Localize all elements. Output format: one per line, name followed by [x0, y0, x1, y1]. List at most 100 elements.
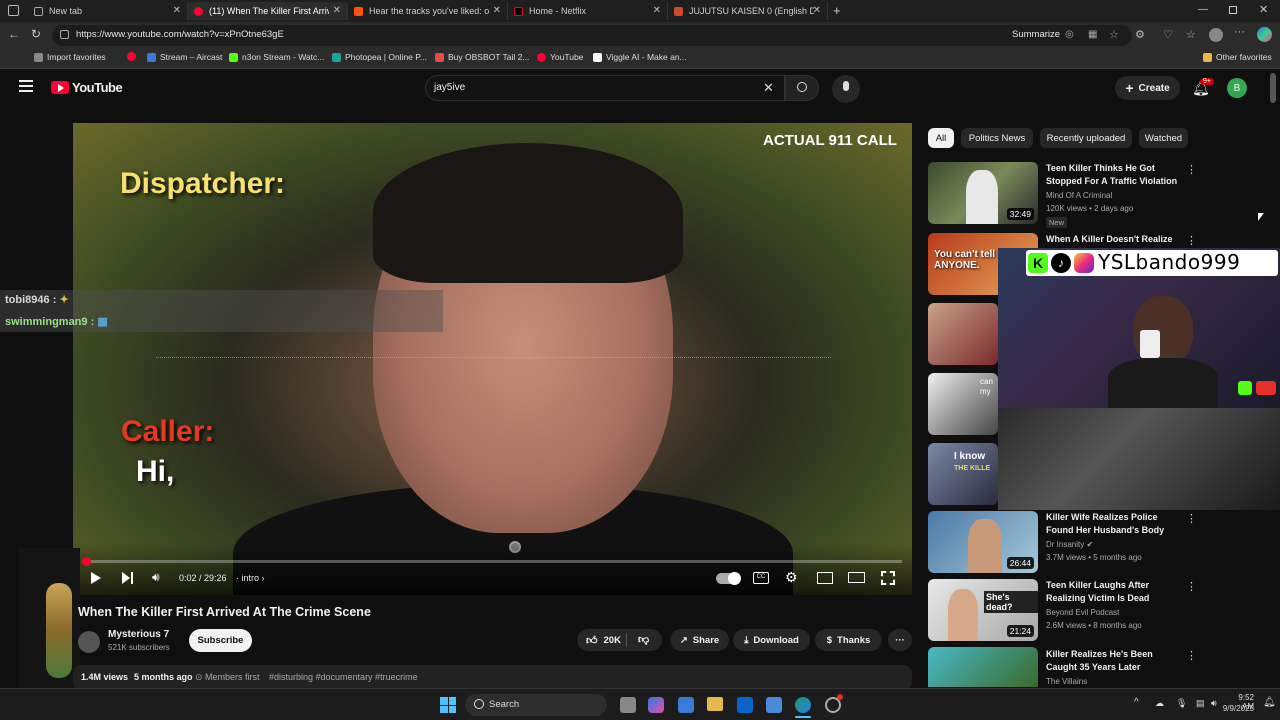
channel-avatar[interactable] [78, 631, 100, 653]
store-icon[interactable] [678, 697, 694, 713]
tab-jujutsu[interactable]: JUJUTSU KAISEN 0 (English Dub) ✕ [668, 2, 828, 20]
youtube-logo-icon[interactable] [51, 81, 69, 94]
fullscreen-icon[interactable] [881, 571, 895, 585]
taskbar-search[interactable]: Search [465, 694, 607, 716]
maximize-icon[interactable] [1229, 6, 1237, 14]
bookmark-youtube[interactable]: YouTube [537, 52, 583, 62]
video-player[interactable]: ACTUAL 911 CALL Dispatcher: Caller: Hi, … [73, 123, 912, 595]
more-vertical-icon[interactable]: ⋮ [1186, 580, 1197, 593]
like-icon[interactable]: 👍︎ [586, 634, 598, 647]
edge-icon[interactable] [795, 697, 811, 713]
chip-recently-uploaded[interactable]: Recently uploaded [1040, 128, 1132, 148]
play-icon[interactable] [91, 572, 101, 584]
back-icon[interactable]: ← [8, 27, 20, 41]
file-explorer-icon[interactable] [707, 697, 723, 711]
account-avatar[interactable]: B [1227, 78, 1247, 98]
next-icon[interactable] [122, 572, 130, 584]
recommendation-thumbnail[interactable]: can my [928, 373, 998, 435]
recommendation-title[interactable]: Teen Killer Laughs After Realizing Victi… [1046, 579, 1186, 605]
chapter-label[interactable]: · intro › [236, 573, 265, 583]
url-field[interactable]: https://www.youtube.com/watch?v=xPnOtne6… [52, 25, 1132, 46]
hashtags[interactable]: #disturbing #documentary #truecrime [269, 672, 418, 682]
new-tab-icon[interactable]: + [833, 3, 841, 18]
chip-politics-news[interactable]: Politics News [961, 128, 1033, 148]
tray-overflow-icon[interactable]: ^ [1134, 697, 1139, 708]
notifications-center-icon[interactable]: 🔔︎ [1263, 697, 1276, 708]
recommendation-channel[interactable]: Beyond Evil Podcast [1046, 608, 1119, 617]
recommendation-title[interactable]: Killer Realizes He's Been Caught 35 Year… [1046, 648, 1186, 674]
more-vertical-icon[interactable]: ⋮ [1186, 649, 1197, 662]
recommendation-thumbnail[interactable] [928, 303, 998, 365]
close-icon[interactable]: ✕ [653, 5, 661, 16]
bookmark-youtube-icon-only[interactable] [127, 52, 140, 61]
description-box[interactable]: 1.4M views 5 months ago ⊙ Members first … [73, 665, 912, 690]
more-menu-icon[interactable]: ··· [1234, 26, 1245, 38]
summarize-button[interactable]: Summarize [1012, 29, 1060, 40]
tab-soundcloud[interactable]: Hear the tracks you've liked: on S ✕ [348, 2, 508, 20]
photos-icon[interactable] [766, 697, 782, 713]
tray-app-icon[interactable]: ☁ [1155, 698, 1164, 709]
share-button[interactable]: ↗ Share [670, 629, 729, 651]
theater-mode-icon[interactable] [848, 572, 865, 583]
bookmark-viggle[interactable]: Viggle AI - Make an... [593, 52, 687, 62]
bookmark-photopea[interactable]: Photopea | Online P... [332, 52, 427, 62]
create-button[interactable]: + Create [1115, 76, 1180, 100]
profile-avatar[interactable] [1209, 28, 1223, 42]
dislike-icon[interactable]: 👎︎ [638, 633, 649, 646]
youtube-logo-text[interactable]: YouTube [72, 80, 123, 95]
volume-icon[interactable]: 🔊︎ [1211, 698, 1217, 709]
tab-netflix[interactable]: Home - Netflix ✕ [508, 2, 668, 20]
recommendation-thumbnail[interactable]: 32:49 [928, 162, 1038, 224]
close-icon[interactable]: ✕ [173, 5, 181, 16]
bookmark-aircast[interactable]: Stream – Aircast [147, 52, 222, 62]
taskbar-date[interactable]: 9/9/2025 [1222, 704, 1254, 713]
bookmark-obsbot[interactable]: Buy OBSBOT Tail 2... [435, 52, 529, 62]
captions-icon[interactable]: CC [753, 572, 769, 584]
copilot-summary-icon[interactable]: ◎ [1065, 29, 1074, 40]
search-button[interactable] [785, 75, 819, 101]
thanks-button[interactable]: $ Thanks [815, 629, 882, 651]
task-view-icon[interactable] [620, 697, 636, 713]
more-actions-button[interactable]: ··· [888, 629, 912, 651]
network-icon[interactable]: ▤ [1196, 698, 1205, 709]
minimize-icon[interactable]: — [1198, 4, 1208, 15]
close-icon[interactable]: ✕ [333, 5, 341, 16]
close-icon[interactable]: ✕ [813, 5, 821, 16]
chip-watched[interactable]: Watched [1139, 128, 1188, 148]
recommendation-channel[interactable]: The Villains [1046, 677, 1087, 686]
clear-search-icon[interactable]: ✕ [763, 80, 774, 96]
chip-all[interactable]: All [928, 128, 954, 148]
microphone-icon[interactable]: 🎙︎ [1176, 698, 1187, 709]
bookmark-n3on[interactable]: n3on Stream - Watc... [229, 52, 324, 62]
recommendation-title[interactable]: Teen Killer Thinks He Got Stopped For A … [1046, 162, 1186, 188]
copilot-app-icon[interactable] [648, 697, 664, 713]
recommendation-thumbnail[interactable]: She's dead? 21:24 [928, 579, 1038, 641]
copilot-icon[interactable] [1257, 27, 1272, 42]
refresh-icon[interactable]: ↻ [31, 27, 41, 41]
close-icon[interactable]: ✕ [493, 5, 501, 16]
other-favorites[interactable]: Other favorites [1203, 52, 1272, 62]
recommendation-thumbnail[interactable]: I know THE KILLE [928, 443, 998, 505]
recommendation-title[interactable]: When A Killer Doesn't Realize [1046, 233, 1186, 246]
more-vertical-icon[interactable]: ⋮ [1186, 234, 1197, 247]
app-icon[interactable]: ▦ [1088, 29, 1097, 40]
favorite-star-icon[interactable]: ☆ [1109, 28, 1119, 41]
tab-new-tab[interactable]: New tab ✕ [28, 2, 188, 20]
miniplayer-icon[interactable] [817, 572, 833, 584]
subscribe-button[interactable]: Subscribe [189, 629, 252, 652]
extensions-icon[interactable]: ⚙ [1135, 28, 1145, 41]
recommendation-channel[interactable]: Mind Of A Criminal [1046, 191, 1112, 200]
progress-scrubber[interactable] [82, 557, 91, 566]
search-input[interactable]: jay5ive ✕ [425, 75, 785, 101]
browser-essentials-icon[interactable]: ♡ [1163, 28, 1173, 41]
recommendation-thumbnail[interactable] [928, 647, 1038, 687]
download-button[interactable]: ⤓ Download [733, 629, 810, 651]
settings-gear-icon[interactable]: ⚙ [785, 569, 798, 586]
progress-bar[interactable] [82, 557, 902, 566]
more-vertical-icon[interactable]: ⋮ [1186, 163, 1197, 176]
recommendation-channel[interactable]: Dr Insanity ✔ [1046, 540, 1093, 549]
bookmark-import-favorites[interactable]: Import favorites [34, 52, 106, 62]
close-window-icon[interactable]: ✕ [1259, 3, 1268, 16]
hamburger-menu-icon[interactable] [19, 80, 33, 82]
like-count[interactable]: 20K [604, 635, 621, 646]
